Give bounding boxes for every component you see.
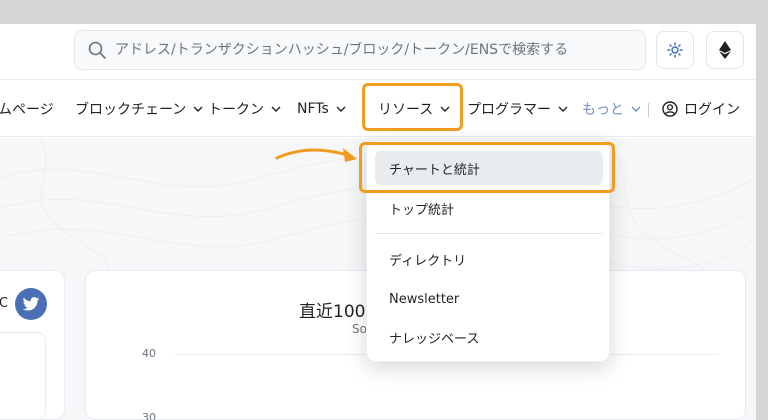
menu-item-label: ナレッジベース bbox=[389, 331, 480, 347]
menu-item-directory[interactable]: ディレクトリ bbox=[375, 242, 603, 276]
nav-item-home[interactable]: ムページ bbox=[0, 81, 54, 137]
menu-item-label: ディレクトリ bbox=[389, 253, 467, 269]
chart-subtitle: So bbox=[352, 322, 367, 336]
menu-item-top-stats[interactable]: トップ統計 bbox=[375, 191, 603, 225]
window-frame-right bbox=[756, 0, 768, 420]
twitter-button[interactable] bbox=[15, 288, 47, 320]
chevron-down-icon bbox=[558, 106, 568, 112]
menu-item-knowledge-base[interactable]: ナレッジベース bbox=[375, 320, 603, 354]
nav-item-label: もっと bbox=[582, 102, 624, 118]
nav-item-developers[interactable]: プログラマー bbox=[467, 81, 568, 137]
ethereum-icon bbox=[719, 41, 731, 59]
social-card-text: C bbox=[0, 296, 9, 311]
nav-item-label: プログラマー bbox=[467, 102, 551, 118]
theme-toggle-button[interactable] bbox=[656, 31, 694, 69]
nav-item-more[interactable]: もっと bbox=[582, 81, 641, 137]
top-bar bbox=[0, 24, 756, 80]
search-icon bbox=[88, 41, 106, 59]
nav-item-blockchain[interactable]: ブロックチェーン bbox=[75, 81, 203, 137]
sun-icon bbox=[667, 42, 683, 58]
highlight-box-resources bbox=[362, 83, 463, 131]
nav-item-label: ムページ bbox=[0, 102, 54, 118]
search-input[interactable] bbox=[115, 42, 635, 58]
menu-item-newsletter[interactable]: Newsletter bbox=[375, 282, 603, 316]
highlight-box-charts-stats bbox=[359, 142, 615, 193]
y-tick-label: 40 bbox=[142, 347, 156, 360]
chart-title: 直近100( bbox=[299, 302, 373, 322]
network-button[interactable] bbox=[706, 31, 744, 69]
nav-item-nfts[interactable]: NFTs bbox=[297, 81, 346, 137]
chevron-down-icon bbox=[193, 106, 203, 112]
chevron-down-icon bbox=[631, 106, 641, 112]
nav-item-label: トークン bbox=[208, 102, 264, 118]
login-label: ログイン bbox=[684, 102, 740, 118]
social-card-panel bbox=[0, 332, 46, 420]
twitter-icon bbox=[22, 296, 40, 310]
chevron-down-icon bbox=[271, 106, 281, 112]
chevron-down-icon bbox=[336, 106, 346, 112]
menu-divider bbox=[375, 233, 603, 234]
menu-item-label: Newsletter bbox=[389, 291, 460, 307]
nav-item-label: ブロックチェーン bbox=[75, 102, 187, 118]
nav-separator bbox=[648, 103, 649, 117]
pointer-arrow-icon bbox=[275, 148, 357, 162]
nav-item-tokens[interactable]: トークン bbox=[208, 81, 281, 137]
user-circle-icon bbox=[662, 101, 678, 117]
window-frame-top bbox=[0, 0, 768, 24]
search-box[interactable] bbox=[74, 30, 646, 70]
nav-item-label: NFTs bbox=[297, 101, 329, 117]
menu-item-label: トップ統計 bbox=[389, 202, 455, 218]
login-link[interactable]: ログイン bbox=[662, 81, 740, 137]
y-tick-label: 30 bbox=[142, 411, 156, 420]
